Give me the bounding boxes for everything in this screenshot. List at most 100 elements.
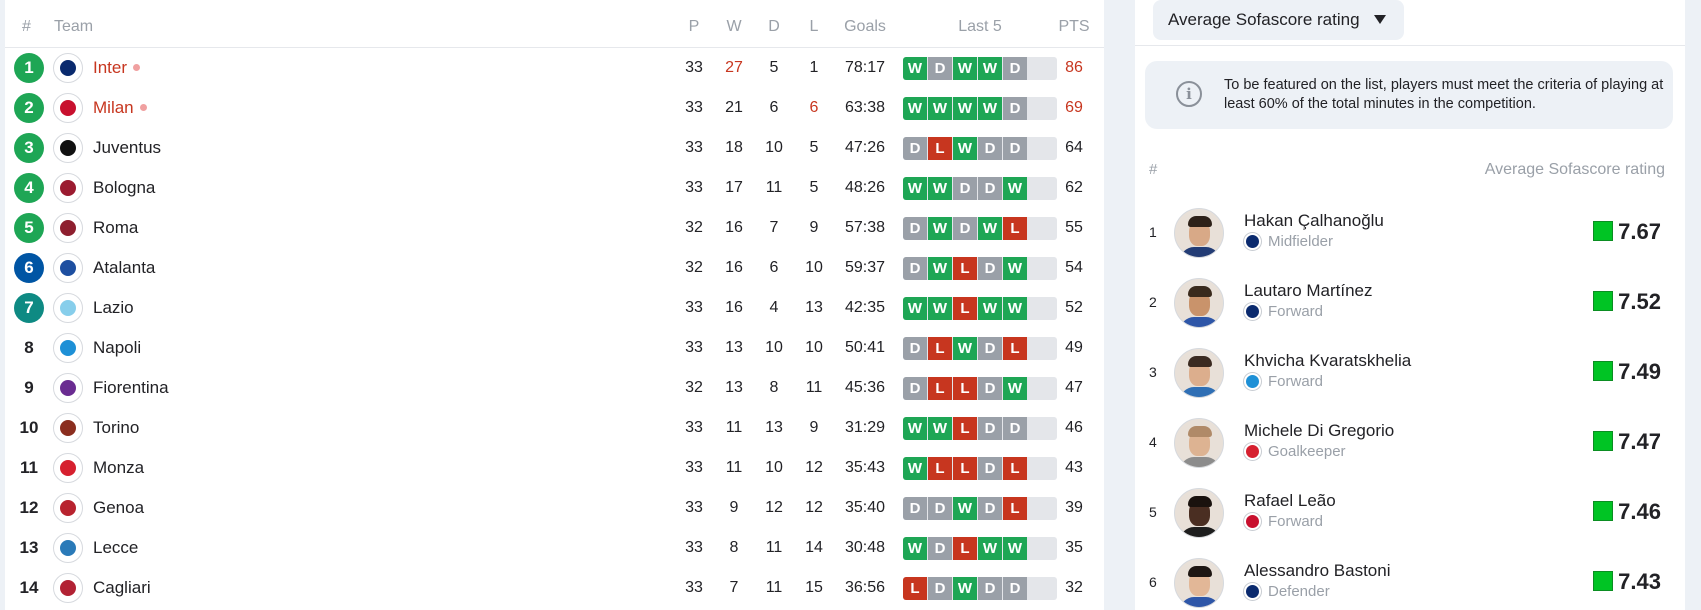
- form-result[interactable]: W: [928, 297, 952, 320]
- form-result[interactable]: W: [903, 537, 927, 560]
- player-row[interactable]: 2 Lautaro Martínez Forward 7.52: [1135, 268, 1685, 338]
- player-row[interactable]: 1 Hakan Çalhanoğlu Midfielder 7.67: [1135, 198, 1685, 268]
- form-result[interactable]: W: [1003, 297, 1027, 320]
- team-name[interactable]: Inter: [93, 58, 141, 78]
- form-result[interactable]: W: [1003, 377, 1027, 400]
- team-name[interactable]: Torino: [93, 418, 139, 438]
- form-result[interactable]: L: [928, 457, 952, 480]
- table-row[interactable]: 12 Genoa 33 9 12 12 35:40 39 D D W D L: [5, 488, 1104, 528]
- form-result[interactable]: W: [928, 257, 952, 280]
- table-row[interactable]: 11 Monza 33 11 10 12 35:43 43 W L L D L: [5, 448, 1104, 488]
- form-result[interactable]: D: [928, 577, 952, 600]
- form-result[interactable]: W: [1003, 537, 1027, 560]
- form-result[interactable]: W: [978, 297, 1002, 320]
- form-result[interactable]: W: [903, 457, 927, 480]
- form-result[interactable]: W: [953, 57, 977, 80]
- form-result[interactable]: L: [953, 257, 977, 280]
- player-name[interactable]: Alessandro Bastoni: [1244, 561, 1390, 581]
- form-result[interactable]: D: [978, 137, 1002, 160]
- form-result[interactable]: D: [1003, 97, 1027, 120]
- player-row[interactable]: 6 Alessandro Bastoni Defender 7.43: [1135, 548, 1685, 610]
- form-result[interactable]: D: [903, 137, 927, 160]
- form-result[interactable]: W: [953, 337, 977, 360]
- form-result[interactable]: L: [928, 337, 952, 360]
- form-result[interactable]: W: [928, 177, 952, 200]
- form-result[interactable]: D: [1003, 417, 1027, 440]
- form-result[interactable]: W: [903, 97, 927, 120]
- team-name[interactable]: Monza: [93, 458, 144, 478]
- form-result[interactable]: D: [903, 337, 927, 360]
- team-name[interactable]: Lazio: [93, 298, 134, 318]
- form-result[interactable]: W: [978, 217, 1002, 240]
- form-result[interactable]: D: [928, 497, 952, 520]
- form-result[interactable]: W: [928, 417, 952, 440]
- player-name[interactable]: Khvicha Kvaratskhelia: [1244, 351, 1411, 371]
- form-result[interactable]: D: [978, 417, 1002, 440]
- form-result[interactable]: W: [953, 97, 977, 120]
- form-result[interactable]: W: [903, 417, 927, 440]
- form-result[interactable]: L: [953, 377, 977, 400]
- form-result[interactable]: W: [903, 177, 927, 200]
- team-name[interactable]: Genoa: [93, 498, 144, 518]
- form-result[interactable]: L: [953, 457, 977, 480]
- table-row[interactable]: 14 Cagliari 33 7 11 15 36:56 32 L D W D D: [5, 568, 1104, 608]
- header-wins[interactable]: W: [726, 17, 741, 37]
- form-result[interactable]: D: [978, 337, 1002, 360]
- team-name[interactable]: Fiorentina: [93, 378, 169, 398]
- form-result[interactable]: W: [928, 217, 952, 240]
- team-name[interactable]: Roma: [93, 218, 138, 238]
- table-row[interactable]: 2 Milan 33 21 6 6 63:38 69 W W W W D: [5, 88, 1104, 128]
- form-result[interactable]: D: [978, 257, 1002, 280]
- player-row[interactable]: 4 Michele Di Gregorio Goalkeeper 7.47: [1135, 408, 1685, 478]
- form-result[interactable]: W: [953, 497, 977, 520]
- form-result[interactable]: D: [978, 497, 1002, 520]
- player-name[interactable]: Hakan Çalhanoğlu: [1244, 211, 1384, 231]
- form-result[interactable]: L: [953, 417, 977, 440]
- team-name[interactable]: Lecce: [93, 538, 138, 558]
- form-result[interactable]: D: [903, 257, 927, 280]
- form-result[interactable]: D: [903, 497, 927, 520]
- table-row[interactable]: 3 Juventus 33 18 10 5 47:26 64 D L W D D: [5, 128, 1104, 168]
- header-draws[interactable]: D: [768, 17, 780, 37]
- form-result[interactable]: W: [903, 297, 927, 320]
- form-result[interactable]: L: [928, 377, 952, 400]
- team-name[interactable]: Atalanta: [93, 258, 155, 278]
- header-played[interactable]: P: [689, 17, 700, 37]
- team-name[interactable]: Bologna: [93, 178, 155, 198]
- form-result[interactable]: D: [1003, 577, 1027, 600]
- form-result[interactable]: D: [1003, 57, 1027, 80]
- table-row[interactable]: 13 Lecce 33 8 11 14 30:48 35 W D L W W: [5, 528, 1104, 568]
- form-result[interactable]: W: [953, 137, 977, 160]
- form-result[interactable]: D: [978, 457, 1002, 480]
- form-result[interactable]: D: [1003, 137, 1027, 160]
- form-result[interactable]: D: [953, 177, 977, 200]
- form-result[interactable]: D: [928, 537, 952, 560]
- player-name[interactable]: Michele Di Gregorio: [1244, 421, 1394, 441]
- table-row[interactable]: 8 Napoli 33 13 10 10 50:41 49 D L W D L: [5, 328, 1104, 368]
- form-result[interactable]: L: [1003, 337, 1027, 360]
- form-result[interactable]: W: [978, 97, 1002, 120]
- header-losses[interactable]: L: [810, 17, 819, 37]
- form-result[interactable]: L: [1003, 457, 1027, 480]
- table-row[interactable]: 6 Atalanta 32 16 6 10 59:37 54 D W L D W: [5, 248, 1104, 288]
- team-name[interactable]: Juventus: [93, 138, 161, 158]
- form-result[interactable]: L: [953, 297, 977, 320]
- form-result[interactable]: D: [978, 377, 1002, 400]
- form-result[interactable]: L: [1003, 497, 1027, 520]
- form-result[interactable]: W: [978, 537, 1002, 560]
- table-row[interactable]: 4 Bologna 33 17 11 5 48:26 62 W W D D W: [5, 168, 1104, 208]
- form-result[interactable]: L: [928, 137, 952, 160]
- form-result[interactable]: D: [903, 217, 927, 240]
- form-result[interactable]: W: [903, 57, 927, 80]
- team-name[interactable]: Milan: [93, 98, 147, 118]
- stat-dropdown[interactable]: Average Sofascore rating: [1153, 0, 1404, 40]
- form-result[interactable]: W: [1003, 257, 1027, 280]
- table-row[interactable]: 5 Roma 32 16 7 9 57:38 55 D W D W L: [5, 208, 1104, 248]
- team-name[interactable]: Cagliari: [93, 578, 151, 598]
- player-row[interactable]: 3 Khvicha Kvaratskhelia Forward 7.49: [1135, 338, 1685, 408]
- player-name[interactable]: Lautaro Martínez: [1244, 281, 1373, 301]
- header-goals[interactable]: Goals: [844, 17, 886, 37]
- form-result[interactable]: L: [953, 537, 977, 560]
- table-row[interactable]: 9 Fiorentina 32 13 8 11 45:36 47 D L L D W: [5, 368, 1104, 408]
- player-name[interactable]: Rafael Leão: [1244, 491, 1336, 511]
